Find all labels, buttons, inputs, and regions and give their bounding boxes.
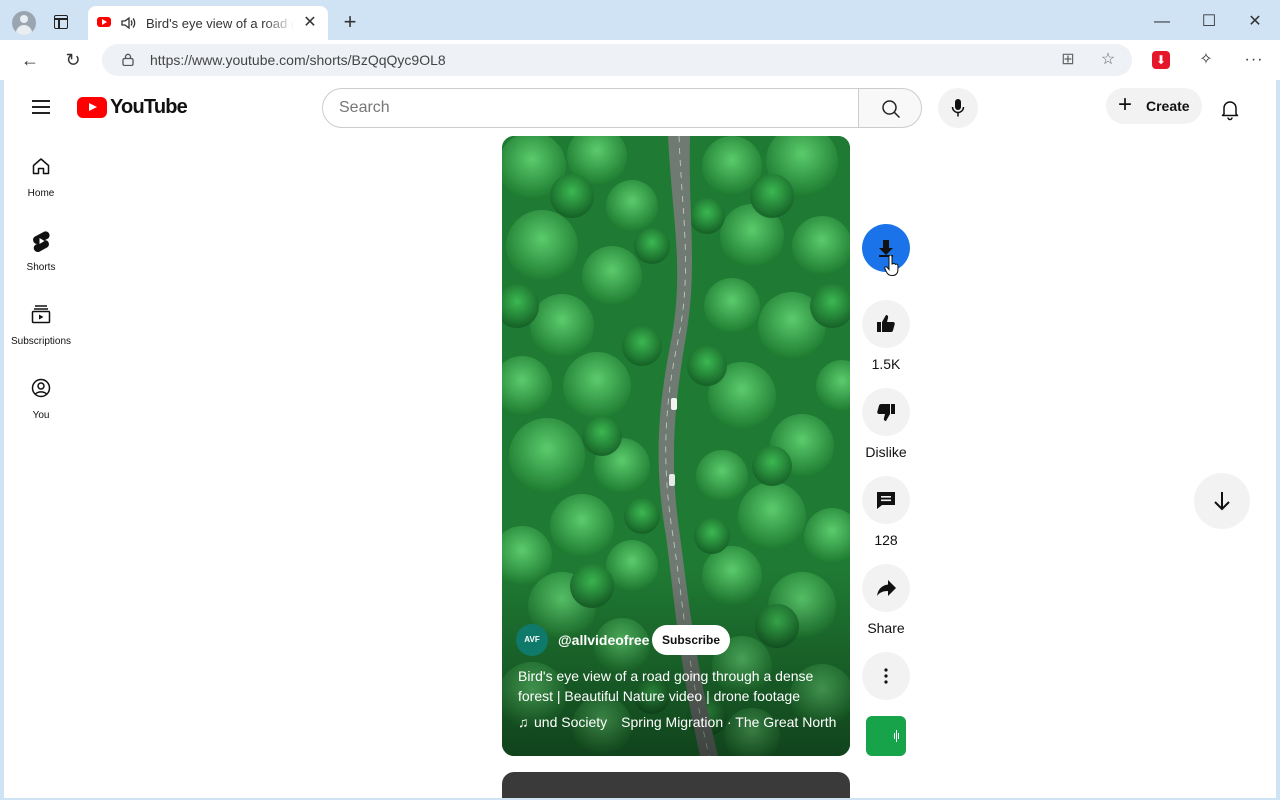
microphone-icon — [951, 99, 965, 117]
music-text-right: Spring Migration · The Great North — [621, 714, 836, 730]
channel-handle[interactable]: @allvideofree — [558, 632, 649, 648]
next-short-preview[interactable] — [502, 772, 850, 798]
youtube-page: YouTube + Create — [4, 80, 1276, 798]
short-title[interactable]: Bird's eye view of a road going through … — [518, 666, 828, 706]
create-label: Create — [1146, 98, 1190, 114]
comments-button[interactable] — [862, 476, 910, 524]
sidebar-item-subscriptions[interactable]: Subscriptions — [4, 304, 78, 374]
new-tab-icon[interactable]: + — [340, 11, 360, 33]
speaker-icon[interactable] — [120, 14, 138, 32]
back-icon[interactable]: ← — [18, 48, 42, 72]
tab-title: Bird's eye view of a road going through … — [146, 16, 294, 31]
tab-strip: Bird's eye view of a road going through … — [0, 0, 1280, 44]
url-text[interactable]: https://www.youtube.com/shorts/BzQqQyc9O… — [150, 52, 446, 68]
share-button[interactable] — [862, 564, 910, 612]
active-tab[interactable]: Bird's eye view of a road going through … — [88, 6, 328, 44]
like-button[interactable] — [862, 300, 910, 348]
more-menu-icon[interactable]: ··· — [1244, 50, 1264, 70]
search-icon — [882, 100, 901, 119]
search-input[interactable] — [339, 98, 839, 118]
dislike-label: Dislike — [865, 444, 907, 460]
sidebar-item-shorts[interactable]: Shorts — [4, 230, 78, 300]
share-arrow-icon — [877, 580, 896, 596]
like-count: 1.5K — [871, 356, 901, 372]
home-icon — [32, 158, 50, 175]
close-window-icon[interactable]: ✕ — [1243, 10, 1267, 34]
hand-cursor-icon — [884, 255, 899, 276]
extensions-puzzle-icon[interactable]: ✧ — [1196, 50, 1216, 70]
favorite-star-icon[interactable]: ☆ — [1098, 50, 1118, 70]
browser-toolbar: ← ↻ https://www.youtube.com/shorts/BzQqQ… — [0, 40, 1280, 80]
subscribe-button[interactable]: Subscribe — [652, 625, 730, 655]
extension-download-icon[interactable]: ⬇ — [1152, 51, 1170, 69]
refresh-icon[interactable]: ↻ — [61, 48, 85, 72]
youtube-favicon — [97, 17, 111, 27]
share-label: Share — [867, 620, 905, 636]
maximize-icon[interactable]: ☐ — [1197, 10, 1221, 34]
shorts-icon — [33, 231, 50, 252]
music-ticker[interactable]: ♫ und Society Spring Migration · The Great… — [518, 714, 836, 734]
menu-icon[interactable] — [32, 100, 50, 114]
youtube-logo-icon[interactable] — [77, 97, 107, 118]
thumbs-up-icon — [877, 315, 895, 333]
next-short-button[interactable] — [1194, 473, 1250, 529]
music-note-icon: ♫ — [518, 714, 529, 730]
sidebar-label-subscriptions: Subscriptions — [10, 336, 72, 347]
like-action: 1.5K — [862, 300, 910, 372]
more-options-button[interactable] — [862, 652, 910, 700]
app-available-icon[interactable]: ⊞ — [1058, 50, 1078, 70]
search-box — [322, 88, 859, 128]
sidebar-label-home: Home — [27, 188, 55, 199]
address-bar[interactable]: https://www.youtube.com/shorts/BzQqQyc9O… — [102, 44, 1132, 76]
comments-action: 128 — [862, 476, 910, 548]
subscriptions-icon — [31, 305, 51, 324]
search-button[interactable] — [858, 88, 922, 128]
music-thumbnail[interactable] — [866, 716, 906, 756]
browser-window: Bird's eye view of a road going through … — [0, 0, 1280, 800]
create-button[interactable]: + Create — [1106, 88, 1202, 124]
comment-count: 128 — [874, 532, 898, 548]
arrow-down-icon — [1214, 492, 1230, 511]
music-text-left: und Society — [534, 714, 608, 730]
channel-avatar[interactable]: AVF — [516, 624, 548, 656]
sidebar-label-shorts: Shorts — [26, 262, 56, 273]
tab-actions-icon[interactable] — [54, 15, 68, 29]
dislike-button[interactable] — [862, 388, 910, 436]
vertical-dots-icon — [884, 668, 888, 684]
plus-icon: + — [1118, 91, 1133, 118]
audio-wave-icon — [894, 730, 899, 742]
youtube-logo-text[interactable]: YouTube — [110, 96, 188, 119]
sidebar-item-you[interactable]: You — [4, 378, 78, 448]
sidebar-item-home[interactable]: Home — [4, 156, 78, 226]
thumbs-down-icon — [877, 403, 895, 421]
shorts-player[interactable]: AVF @allvideofree Subscribe Bird's eye v… — [502, 136, 850, 756]
voice-search-button[interactable] — [938, 88, 978, 128]
share-action: Share — [862, 564, 910, 636]
lock-icon — [122, 53, 134, 66]
sidebar-label-you: You — [32, 410, 50, 421]
comment-icon — [877, 492, 895, 509]
masthead: YouTube + Create — [4, 80, 1276, 136]
channel-row: AVF @allvideofree Subscribe — [516, 624, 836, 658]
notifications-bell-icon[interactable] — [1218, 97, 1242, 121]
close-icon[interactable]: ✕ — [302, 15, 318, 31]
minimize-icon[interactable]: — — [1150, 10, 1174, 34]
profile-icon[interactable] — [12, 11, 36, 35]
video-frame-forest-road — [502, 136, 850, 756]
more-action — [862, 652, 910, 700]
you-icon — [31, 378, 51, 398]
dislike-action: Dislike — [862, 388, 910, 460]
